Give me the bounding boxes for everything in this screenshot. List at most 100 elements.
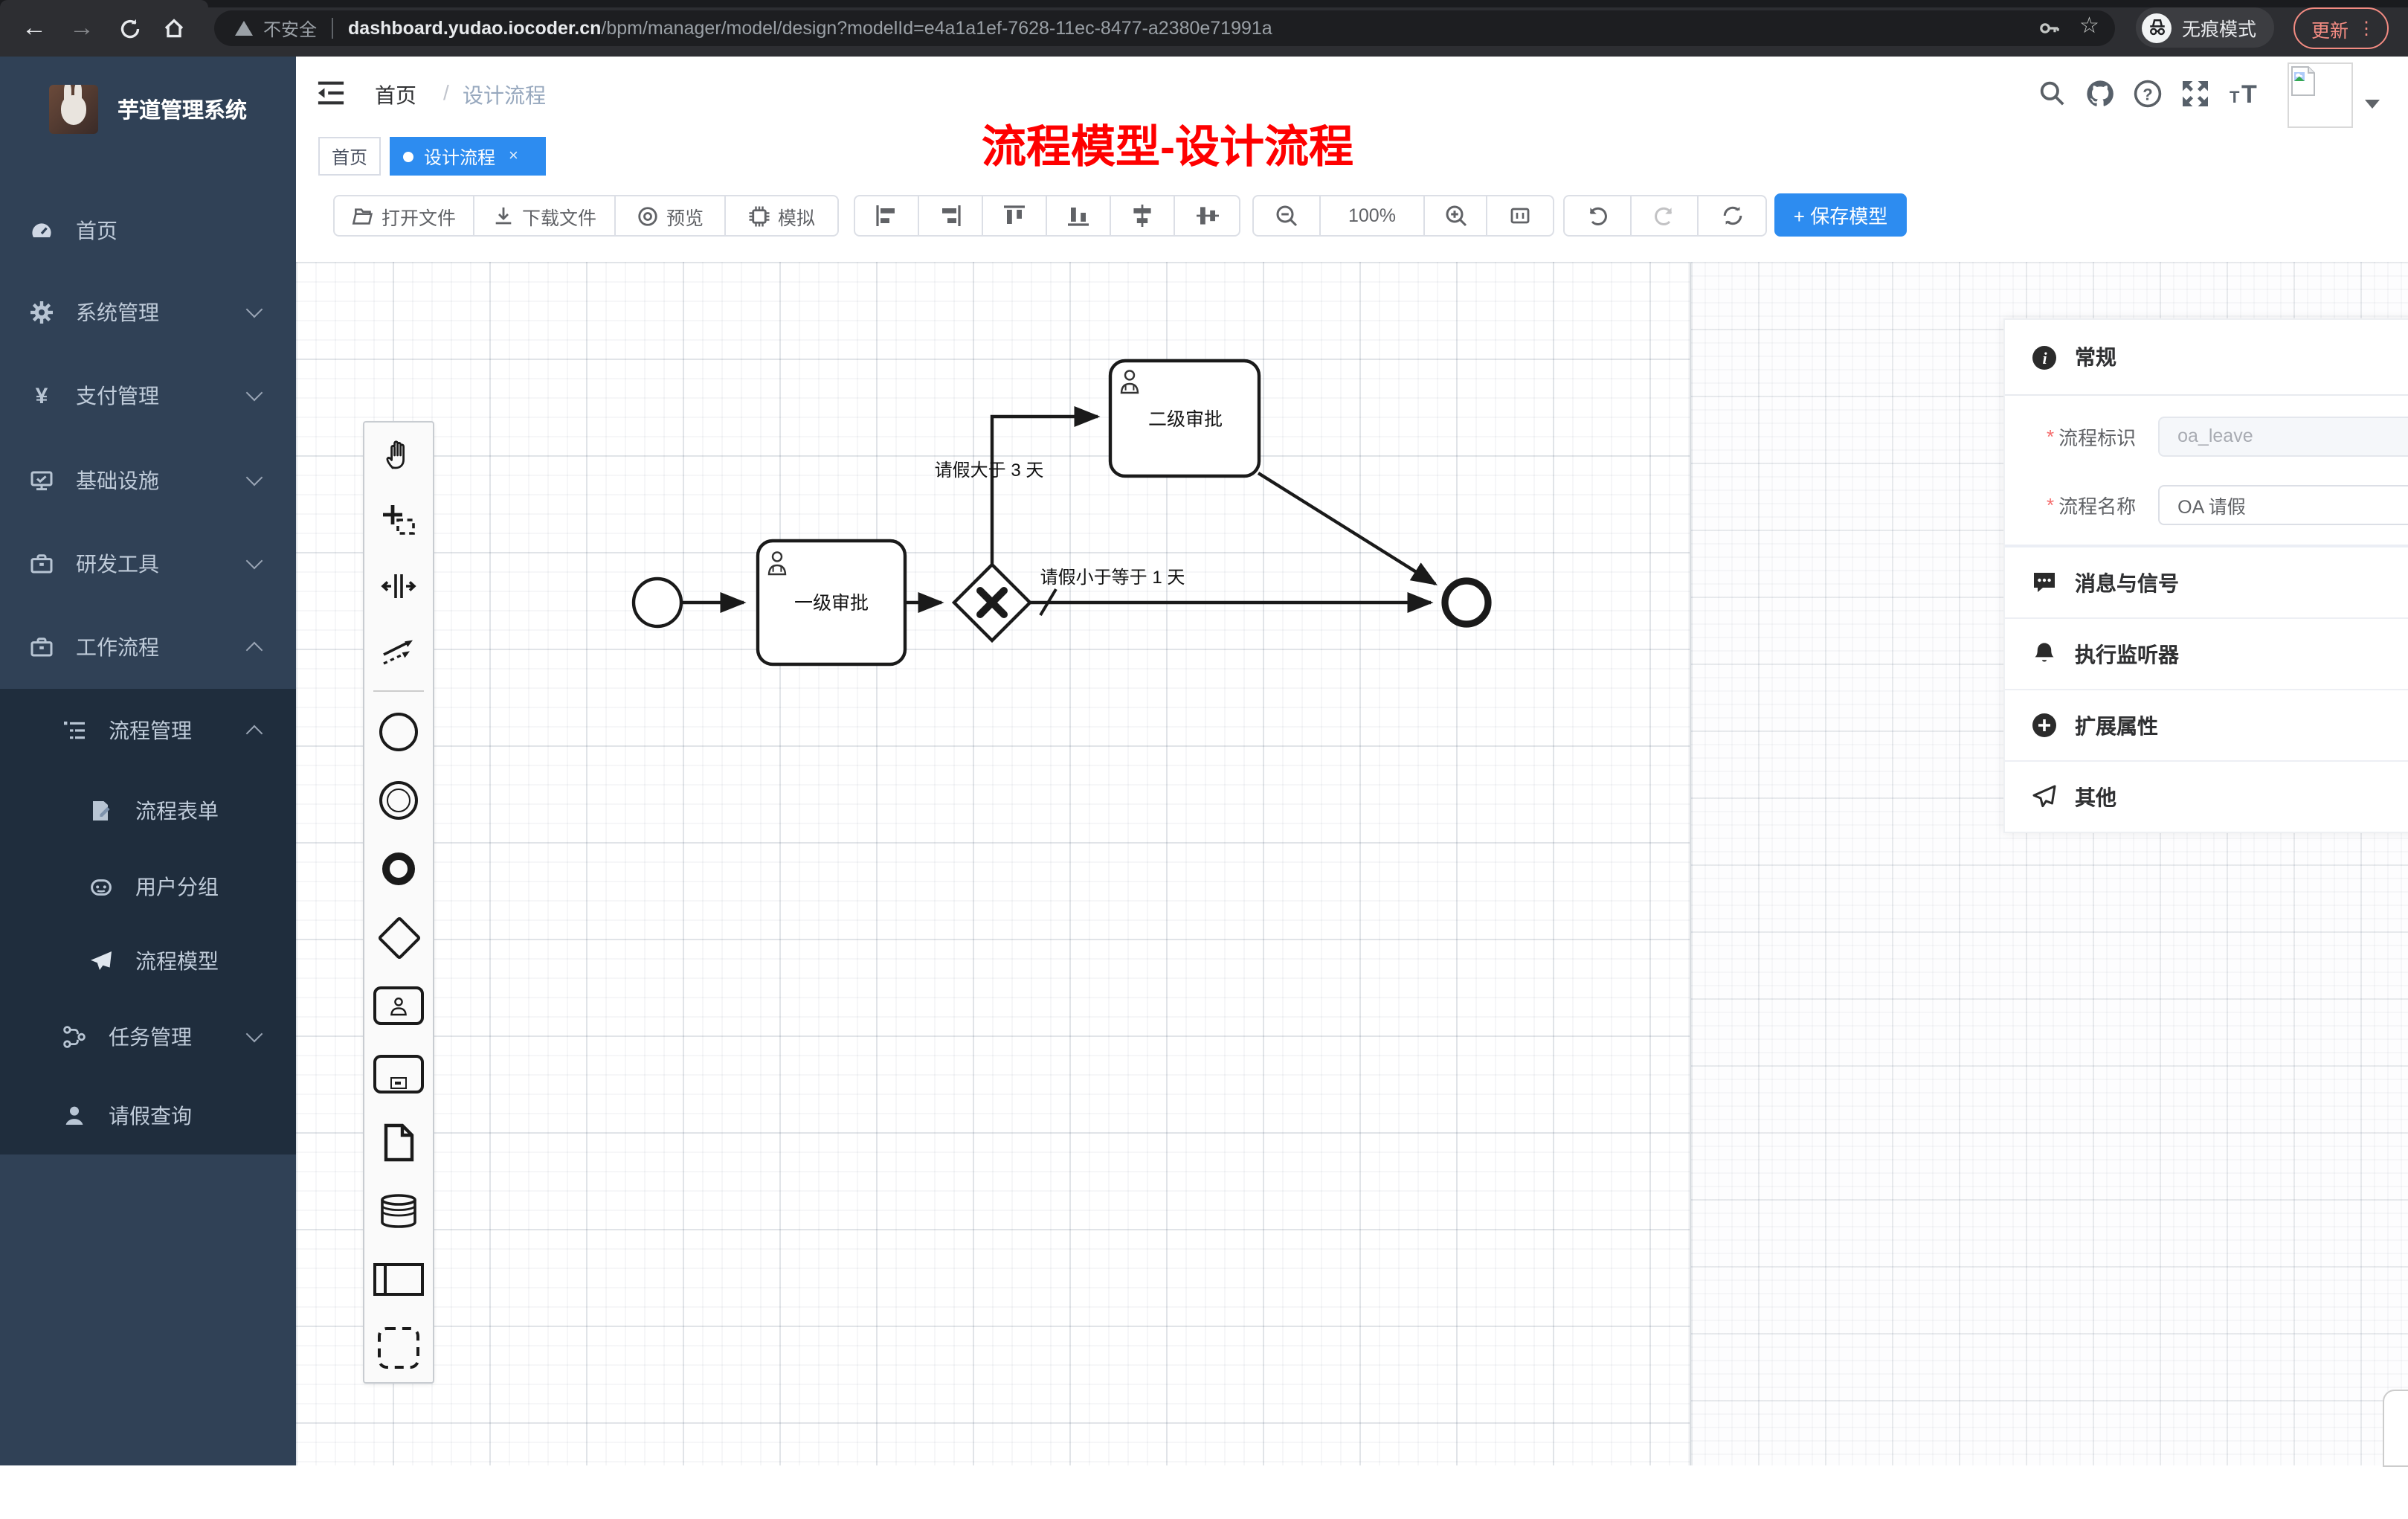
align-middle-horizontal-button[interactable] — [1175, 196, 1239, 235]
sidebar-item-task-mgmt[interactable]: 任务管理 — [0, 997, 296, 1077]
align-bottom-button[interactable] — [1047, 196, 1111, 235]
chevron-up-icon — [246, 725, 263, 742]
browser-home-button[interactable] — [156, 10, 192, 46]
url-host[interactable]: dashboard.yudao.iocoder.cn — [348, 18, 601, 39]
browser-reload-button[interactable] — [112, 10, 147, 46]
document-edit-icon — [89, 799, 113, 823]
sidebar-item-devtools[interactable]: 研发工具 — [0, 524, 296, 604]
properties-region: i 常规 * 流程标识 * 流程名称 消息与信号 — [1690, 262, 2408, 1465]
tab-home[interactable]: 首页 — [318, 137, 381, 176]
browser-update-button[interactable]: 更新 ⋮ — [2293, 7, 2389, 49]
tree-list-icon — [62, 719, 86, 742]
flow-gateway-to-task2[interactable] — [992, 417, 1098, 565]
process-name-input[interactable] — [2158, 484, 2408, 524]
open-file-button[interactable]: 打开文件 — [335, 196, 474, 235]
browser-back-button[interactable]: ← — [16, 10, 52, 46]
fit-viewport-icon — [1508, 204, 1532, 228]
github-icon[interactable] — [2085, 79, 2115, 109]
condition-le1-label[interactable]: 请假小于等于 1 天 — [1040, 568, 1185, 588]
bpmn-diagram[interactable]: 一级审批 二级审批 请假大于 3 天 请假小 — [296, 262, 1690, 1465]
align-right-button[interactable] — [919, 196, 983, 235]
avatar[interactable] — [2288, 62, 2353, 128]
end-event[interactable] — [1445, 581, 1488, 624]
sidebar-item-leave-query[interactable]: 请假查询 — [0, 1076, 296, 1156]
redo-button[interactable] — [1632, 196, 1699, 235]
app-title: 芋道管理系统 — [117, 93, 247, 124]
start-event[interactable] — [634, 579, 681, 626]
zoom-out-button[interactable] — [1254, 196, 1321, 235]
sidebar-item-payment[interactable]: ¥ 支付管理 — [0, 356, 296, 436]
bookmark-star-icon[interactable]: ☆ — [2079, 12, 2099, 39]
align-left-icon — [875, 204, 898, 228]
sidebar-item-user-group[interactable]: 用户分组 — [0, 847, 296, 927]
download-file-button[interactable]: 下载文件 — [474, 196, 616, 235]
flow-task2-to-end[interactable] — [1258, 473, 1435, 584]
fold-sidebar-icon[interactable] — [317, 79, 345, 107]
address-bar[interactable]: 不安全 dashboard.yudao.iocoder.cn/bpm/manag… — [214, 10, 2115, 46]
condition-gt3-label[interactable]: 请假大于 3 天 — [935, 460, 1044, 481]
annotation-title: 流程模型-设计流程 — [870, 110, 1465, 176]
section-messages-signals[interactable]: 消息与信号 — [2005, 547, 2408, 619]
align-left-button[interactable] — [855, 196, 919, 235]
tab-design-process[interactable]: 设计流程 × — [390, 137, 546, 176]
fullscreen-icon[interactable] — [2180, 79, 2210, 109]
zoom-in-button[interactable] — [1425, 196, 1487, 235]
sidebar-item-system[interactable]: 系统管理 — [0, 272, 296, 353]
chevron-up-icon — [246, 642, 263, 659]
section-general[interactable]: i 常规 — [2005, 320, 2408, 394]
download-icon — [492, 205, 515, 227]
browser-forward-button[interactable]: → — [64, 10, 100, 46]
plus-circle-icon — [2032, 713, 2057, 738]
section-other[interactable]: 其他 — [2005, 762, 2408, 832]
properties-panel: i 常规 * 流程标识 * 流程名称 消息与信号 — [2003, 318, 2408, 833]
svg-text:¥: ¥ — [36, 384, 48, 408]
section-extension-properties[interactable]: 扩展属性 — [2005, 690, 2408, 762]
chevron-down-icon — [246, 1026, 263, 1043]
help-icon[interactable]: ? — [2133, 79, 2163, 109]
align-top-button[interactable] — [983, 196, 1047, 235]
avatar-caret-icon[interactable] — [2365, 100, 2380, 109]
briefcase-icon — [30, 552, 54, 576]
app-logo-image — [49, 84, 98, 133]
section-execution-listeners[interactable]: 执行监听器 — [2005, 619, 2408, 690]
bpmn-canvas[interactable]: 一级审批 二级审批 请假大于 3 天 请假小 — [296, 262, 1690, 1465]
save-model-button[interactable]: + 保存模型 — [1774, 193, 1907, 237]
sidebar-item-process-mgmt[interactable]: 流程管理 — [0, 690, 296, 771]
search-icon[interactable] — [2038, 79, 2067, 109]
incognito-label: 无痕模式 — [2182, 13, 2256, 42]
sidebar-item-workflow[interactable]: 工作流程 — [0, 607, 296, 687]
sidebar-item-process-form[interactable]: 流程表单 — [0, 771, 296, 851]
fit-viewport-button[interactable] — [1487, 196, 1553, 235]
undo-button[interactable] — [1565, 196, 1632, 235]
password-key-icon[interactable] — [2038, 16, 2061, 40]
close-tab-icon[interactable]: × — [509, 147, 518, 165]
browser-menu-icon[interactable]: ⋮ — [2357, 18, 2375, 39]
url-path[interactable]: /bpm/manager/model/design?modelId=e4a1a1… — [601, 18, 1272, 39]
sidebar-item-infra[interactable]: 基础设施 — [0, 440, 296, 521]
align-middle-vertical-button[interactable] — [1111, 196, 1175, 235]
app-logo-row[interactable]: 芋道管理系统 — [0, 57, 296, 161]
reload-icon — [118, 17, 141, 39]
process-key-input[interactable] — [2158, 416, 2408, 456]
send-icon — [2032, 784, 2057, 809]
not-secure-label[interactable]: 不安全 — [263, 16, 317, 41]
undo-icon — [1586, 204, 1609, 228]
briefcase-icon — [30, 635, 54, 659]
zoom-in-icon — [1443, 204, 1467, 228]
incognito-icon — [2142, 13, 2172, 42]
task1-label: 一级审批 — [794, 593, 869, 614]
restart-button[interactable] — [1699, 196, 1765, 235]
font-size-icon[interactable]: TT — [2228, 79, 2258, 109]
svg-text:?: ? — [2143, 85, 2152, 103]
simulate-button[interactable]: 模拟 — [726, 196, 837, 235]
refresh-icon — [1720, 204, 1744, 228]
breadcrumb-home[interactable]: 首页 — [375, 80, 416, 110]
paper-plane-icon — [89, 949, 113, 973]
sidebar-item-process-model[interactable]: 流程模型 — [0, 921, 296, 1001]
designer-toolbar: 打开文件 下载文件 预览 模拟 — [296, 186, 2408, 262]
svg-text:T: T — [2230, 88, 2240, 106]
chevron-down-icon — [246, 553, 263, 570]
preview-button[interactable]: 预览 — [616, 196, 726, 235]
bell-icon — [2032, 641, 2057, 667]
sidebar-item-home[interactable]: 首页 — [0, 190, 296, 271]
